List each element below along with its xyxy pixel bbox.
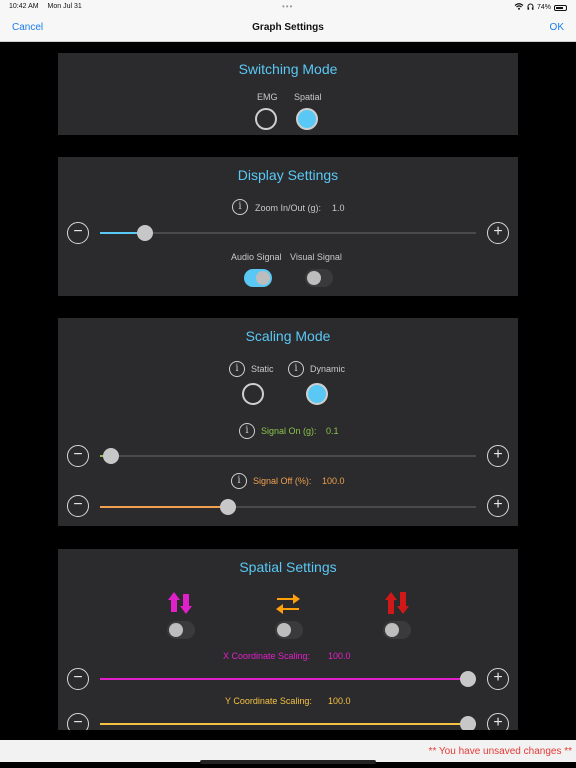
switching-mode-title: Switching Mode bbox=[238, 61, 338, 77]
signal-off-slider-fill bbox=[100, 506, 228, 508]
zoom-slider-thumb[interactable] bbox=[137, 225, 153, 241]
signal-off-slider-thumb[interactable] bbox=[220, 499, 236, 515]
x-scaling-label: X Coordinate Scaling: bbox=[223, 651, 311, 661]
x-scaling-slider-fill bbox=[100, 678, 476, 680]
spatial-label: Spatial bbox=[294, 92, 322, 102]
wifi-icon bbox=[514, 3, 524, 12]
y-scaling-slider-fill bbox=[100, 723, 476, 725]
up-down-arrows-icon bbox=[167, 590, 193, 616]
signal-on-plus-button[interactable]: + bbox=[487, 445, 509, 467]
invert-axis-toggle[interactable] bbox=[383, 621, 411, 639]
audio-signal-toggle[interactable] bbox=[244, 269, 272, 287]
emg-radio[interactable] bbox=[255, 108, 277, 130]
y-scaling-slider[interactable] bbox=[100, 716, 476, 730]
emg-label: EMG bbox=[257, 92, 278, 102]
page-title: Graph Settings bbox=[252, 22, 324, 33]
x-scaling-minus-button[interactable]: − bbox=[67, 668, 89, 690]
status-time: 10:42 AM bbox=[9, 3, 39, 10]
zoom-info-icon[interactable]: i bbox=[232, 199, 248, 215]
battery-icon bbox=[554, 4, 567, 11]
x-scaling-plus-button[interactable]: + bbox=[487, 668, 509, 690]
horizontal-axis-toggle[interactable] bbox=[275, 621, 303, 639]
signal-on-value: 0.1 bbox=[326, 426, 339, 436]
spatial-radio[interactable] bbox=[296, 108, 318, 130]
y-scaling-plus-button[interactable]: + bbox=[487, 713, 509, 730]
y-scaling-slider-thumb[interactable] bbox=[460, 716, 476, 730]
headphones-icon bbox=[527, 3, 534, 12]
x-scaling-slider[interactable] bbox=[100, 671, 476, 687]
scaling-mode-card: Scaling Mode i Static i Dynamic i Signal… bbox=[58, 318, 518, 526]
zoom-label: Zoom In/Out (g): bbox=[255, 203, 322, 213]
y-scaling-minus-button[interactable]: − bbox=[67, 713, 89, 730]
battery-percent: 74% bbox=[536, 4, 551, 11]
signal-off-minus-button[interactable]: − bbox=[67, 495, 89, 517]
static-label: Static bbox=[251, 364, 274, 374]
opposing-arrows-icon bbox=[384, 590, 410, 616]
x-scaling-slider-thumb[interactable] bbox=[460, 671, 476, 687]
zoom-plus-button[interactable]: + bbox=[487, 222, 509, 244]
zoom-value: 1.0 bbox=[332, 203, 345, 213]
status-date: Mon Jul 31 bbox=[47, 3, 82, 10]
multitasking-dots-icon[interactable]: ••• bbox=[282, 2, 293, 11]
dynamic-info-icon[interactable]: i bbox=[288, 361, 304, 377]
signal-off-info-icon[interactable]: i bbox=[231, 473, 247, 489]
spatial-settings-title: Spatial Settings bbox=[239, 559, 337, 575]
ok-button[interactable]: OK bbox=[550, 22, 564, 33]
signal-on-label: Signal On (g): bbox=[261, 426, 317, 436]
visual-signal-label: Visual Signal bbox=[290, 252, 342, 262]
dynamic-label: Dynamic bbox=[310, 364, 346, 374]
zoom-slider[interactable] bbox=[100, 225, 476, 241]
signal-off-label: Signal Off (%): bbox=[253, 476, 312, 486]
signal-on-info-icon[interactable]: i bbox=[239, 423, 255, 439]
x-scaling-value: 100.0 bbox=[328, 651, 351, 661]
status-bar: 10:42 AM Mon Jul 31 ••• 74% bbox=[0, 0, 576, 14]
navigation-bar: Cancel Graph Settings OK bbox=[0, 14, 576, 42]
static-radio[interactable] bbox=[242, 383, 264, 405]
left-right-arrows-icon bbox=[275, 590, 301, 616]
scaling-mode-title: Scaling Mode bbox=[245, 328, 331, 344]
y-scaling-value: 100.0 bbox=[328, 696, 351, 706]
switching-mode-card: Switching Mode EMG Spatial bbox=[58, 53, 518, 135]
signal-on-minus-button[interactable]: − bbox=[67, 445, 89, 467]
zoom-minus-button[interactable]: − bbox=[67, 222, 89, 244]
spatial-settings-card: Spatial Settings X Coordinate Scaling: 1… bbox=[58, 549, 518, 730]
visual-signal-toggle[interactable] bbox=[305, 269, 333, 287]
unsaved-changes-message: ** You have unsaved changes ** bbox=[428, 746, 572, 757]
signal-off-plus-button[interactable]: + bbox=[487, 495, 509, 517]
y-scaling-label: Y Coordinate Scaling: bbox=[225, 696, 312, 706]
static-info-icon[interactable]: i bbox=[229, 361, 245, 377]
unsaved-changes-bar: ** You have unsaved changes ** bbox=[0, 740, 576, 762]
signal-on-slider-thumb[interactable] bbox=[103, 448, 119, 464]
display-settings-card: Display Settings i Zoom In/Out (g): 1.0 … bbox=[58, 157, 518, 296]
home-indicator[interactable] bbox=[200, 760, 376, 764]
signal-on-slider[interactable] bbox=[100, 448, 476, 464]
signal-off-value: 100.0 bbox=[322, 476, 345, 486]
settings-scroll-view[interactable]: Switching Mode EMG Spatial Display Setti… bbox=[0, 42, 576, 730]
vertical-axis-toggle[interactable] bbox=[167, 621, 195, 639]
display-settings-title: Display Settings bbox=[237, 167, 339, 183]
audio-signal-label: Audio Signal bbox=[231, 252, 282, 262]
signal-off-slider[interactable] bbox=[100, 499, 476, 515]
dynamic-radio[interactable] bbox=[306, 383, 328, 405]
